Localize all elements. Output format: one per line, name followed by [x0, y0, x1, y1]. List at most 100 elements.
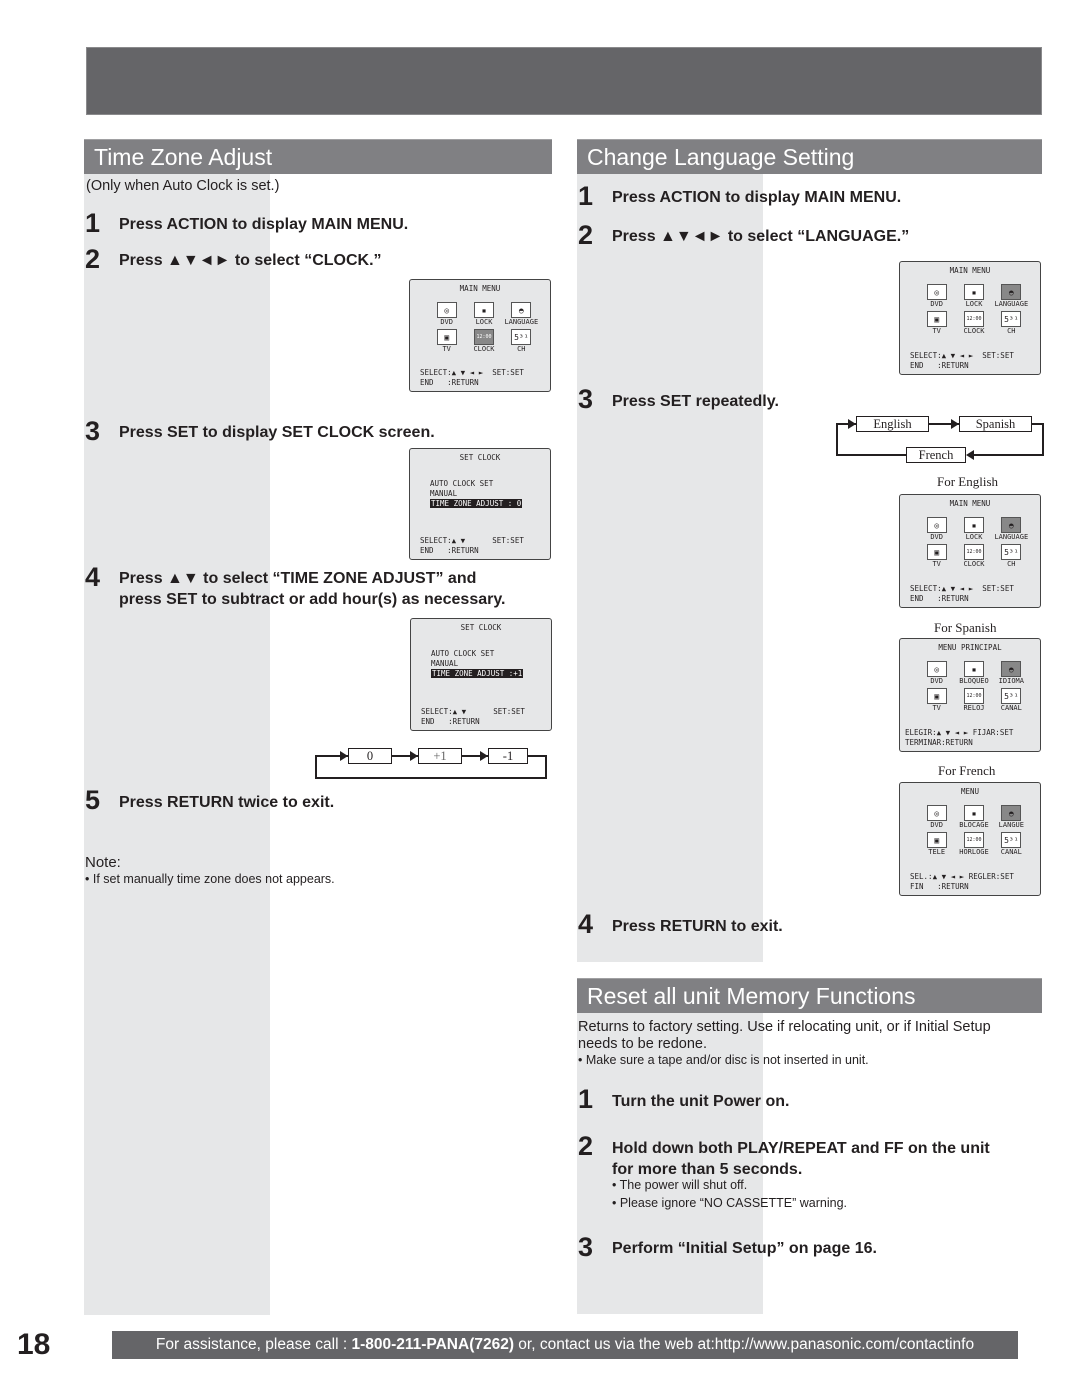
- osd-footer: SELECT:▲ ▼ ◄ ► SET:SET END :RETURN: [910, 351, 1014, 370]
- step-number: 1: [578, 181, 594, 211]
- cycle-box-french: French: [906, 447, 966, 463]
- step-text: Press ▲▼◄► to select “LANGUAGE.”: [612, 228, 910, 245]
- note-label: Note:: [85, 854, 121, 871]
- disc-icon: ◎: [926, 661, 947, 677]
- step-number: 3: [578, 1232, 594, 1262]
- step-number: 3: [85, 416, 101, 446]
- osd-item: AUTO CLOCK SET: [431, 649, 495, 658]
- osd-item: AUTO CLOCK SET: [430, 479, 494, 488]
- osd-label: TV: [932, 704, 941, 712]
- cycle-box-spanish: Spanish: [959, 416, 1032, 432]
- osd-label: LANGUAGE: [994, 533, 1029, 541]
- osd-label: LANGUE: [998, 821, 1024, 829]
- step-number: 1: [85, 208, 101, 238]
- cycle-box-minus1: -1: [488, 748, 528, 764]
- cycle-box-plus1: +1: [418, 748, 462, 764]
- lock-icon: ▪: [963, 517, 984, 533]
- section-header-reset: Reset all unit Memory Functions: [577, 978, 1042, 1013]
- condition-text: (Only when Auto Clock is set.): [86, 178, 280, 194]
- step2-bullet: • The power will shut off.: [612, 1178, 748, 1192]
- osd-footer: SELECT:▲ ▼ SET:SET END :RETURN: [421, 707, 525, 726]
- footer-web[interactable]: or, contact us via the web at:http://www…: [514, 1336, 974, 1353]
- osd-menu-english: MAIN MENU ◎ DVD ▪ LOCK ◓ LANGUAGE ▣ TV 12:00…: [899, 494, 1041, 608]
- osd-label: LANGUAGE: [994, 300, 1029, 308]
- section-header-time-zone: Time Zone Adjust: [84, 139, 552, 174]
- caption-for-english: For English: [937, 474, 999, 489]
- osd-label: BLOQUEO: [959, 677, 989, 685]
- osd-footer: SEL.:▲ ▼ ◄ ► REGLER:SET FIN :RETURN: [910, 872, 1014, 891]
- step-text: Press ▲▼ to select “TIME ZONE ADJUST” an…: [119, 570, 477, 587]
- osd-label: DVD: [930, 821, 943, 829]
- disc-icon: ◎: [436, 302, 457, 318]
- lips-icon: ◓: [1001, 517, 1022, 533]
- clock-icon: 12:00: [963, 311, 984, 327]
- channel-icon: 5³¹: [1001, 311, 1022, 327]
- osd-title: MAIN MENU: [949, 499, 991, 508]
- lips-icon: ◓: [1001, 805, 1022, 821]
- osd-label: HORLOGE: [959, 848, 989, 856]
- step-number: 1: [578, 1084, 594, 1114]
- cycle-box-english: English: [856, 416, 929, 432]
- tv-icon: ▣: [436, 329, 457, 345]
- channel-icon: 5³¹: [1001, 688, 1022, 704]
- lock-icon: ▪: [963, 805, 984, 821]
- osd-label: DVD: [440, 318, 453, 326]
- lock-icon: ▪: [963, 661, 984, 677]
- step-text: Press ACTION to display MAIN MENU.: [119, 216, 409, 233]
- osd-label: DVD: [930, 300, 943, 308]
- osd-main-menu-clock: MAIN MENU ◎ DVD ▪ LOCK ◓ LANGUAGE ▣ TV 12:00…: [409, 279, 551, 392]
- clock-icon: 12:00: [963, 688, 984, 704]
- channel-icon: 5³¹: [511, 329, 532, 345]
- osd-label: CH: [517, 345, 526, 353]
- step-text: Press ACTION to display MAIN MENU.: [612, 189, 902, 206]
- step-text: Press SET repeatedly.: [612, 393, 779, 410]
- osd-label: BLOCAGE: [959, 821, 989, 829]
- osd-title: MENU PRINCIPAL: [938, 643, 1002, 652]
- clock-icon: 12:00: [963, 832, 984, 848]
- tv-icon: ▣: [926, 832, 947, 848]
- osd-footer: SELECT:▲ ▼ SET:SET END :RETURN: [420, 536, 524, 555]
- disc-icon: ◎: [926, 284, 947, 300]
- caption-for-spanish: For Spanish: [934, 620, 997, 635]
- step-text: Press RETURN twice to exit.: [119, 794, 335, 811]
- osd-label: DVD: [930, 533, 943, 541]
- clock-icon: 12:00: [963, 544, 984, 560]
- step-text: Turn the unit Power on.: [612, 1093, 790, 1110]
- osd-menu-french: MENU ◎ DVD ▪ BLOCAGE ◓ LANGUE ▣ TELE 12:00 HO…: [899, 782, 1041, 896]
- osd-label: TV: [442, 345, 451, 353]
- top-banner: [86, 47, 1042, 115]
- clock-icon: 12:00: [473, 329, 494, 345]
- osd-title: SET CLOCK: [460, 623, 502, 632]
- osd-set-clock-0: SET CLOCK AUTO CLOCK SET MANUAL TIME ZON…: [409, 448, 551, 560]
- lock-icon: ▪: [963, 284, 984, 300]
- lips-icon: ◓: [1001, 284, 1022, 300]
- step-text: press SET to subtract or add hour(s) as …: [119, 591, 506, 608]
- disc-icon: ◎: [926, 517, 947, 533]
- osd-title: MAIN MENU: [949, 266, 991, 275]
- osd-label: CH: [1007, 560, 1016, 568]
- step-text: Press ▲▼◄► to select “CLOCK.”: [119, 252, 382, 269]
- left-shade: [84, 174, 270, 1315]
- step-number: 4: [85, 562, 101, 592]
- osd-title: MAIN MENU: [459, 284, 501, 293]
- osd-label: CANAL: [1000, 848, 1022, 856]
- osd-label: LOCK: [965, 533, 983, 541]
- osd-label: LOCK: [965, 300, 983, 308]
- step-number: 2: [85, 244, 101, 274]
- osd-item: MANUAL: [430, 489, 458, 498]
- page-number: 18: [17, 1328, 51, 1361]
- tv-icon: ▣: [926, 311, 947, 327]
- tv-icon: ▣: [926, 544, 947, 560]
- reset-intro-line1: Returns to factory setting. Use if reloc…: [578, 1019, 991, 1035]
- osd-footer: SELECT:▲ ▼ ◄ ► SET:SET END :RETURN: [910, 584, 1014, 603]
- osd-label: CH: [1007, 327, 1016, 335]
- reset-intro-line2: needs to be redone.: [578, 1036, 707, 1052]
- osd-label: CANAL: [1000, 704, 1022, 712]
- step-text: Perform “Initial Setup” on page 16.: [612, 1240, 877, 1257]
- section-header-language: Change Language Setting: [577, 139, 1042, 174]
- cycle-box-0: 0: [348, 748, 392, 764]
- footer-prefix: For assistance, please call :: [155, 1336, 352, 1353]
- assistance-footer: For assistance, please call : 1-800-211-…: [112, 1331, 1018, 1359]
- osd-main-menu-language: MAIN MENU ◎ DVD ▪ LOCK ◓ LANGUAGE ▣ TV 12:00…: [899, 261, 1041, 375]
- step2-bullet: • Please ignore “NO CASSETTE” warning.: [612, 1196, 848, 1210]
